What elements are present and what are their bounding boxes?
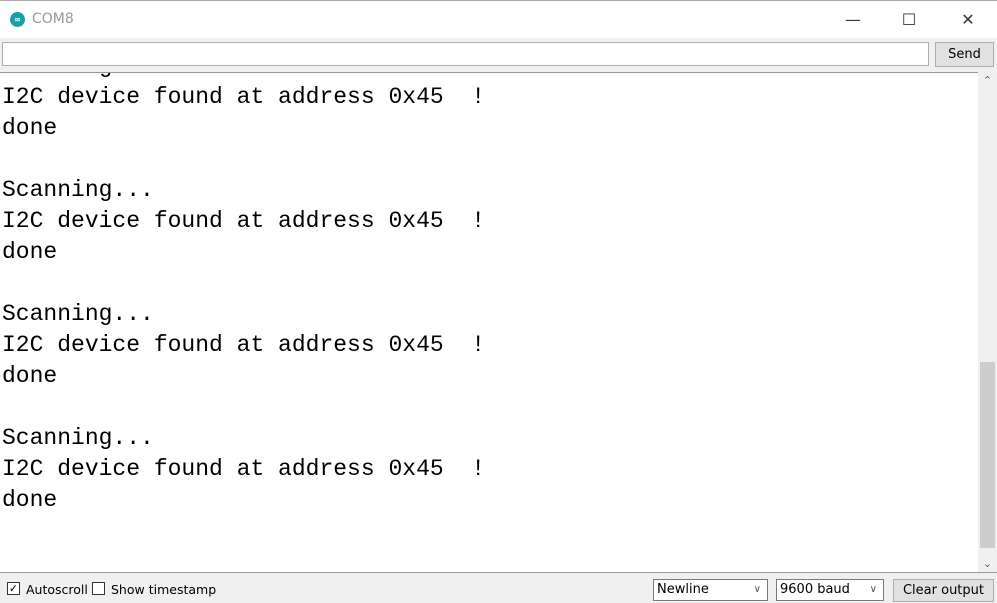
scroll-down-icon[interactable]: ⌄ — [978, 555, 997, 572]
timestamp-checkbox[interactable] — [92, 582, 105, 595]
output-line: done — [2, 487, 58, 513]
send-row: Send — [0, 38, 997, 72]
serial-input[interactable] — [2, 42, 929, 66]
arduino-logo-icon: ∞ — [10, 12, 25, 27]
output-line: Scanning... — [2, 73, 485, 82]
baud-select[interactable]: 9600 baud ∨ — [776, 579, 884, 601]
output-line: I2C device found at address 0x45 ! — [2, 456, 486, 482]
output-line: Scanning... — [2, 425, 154, 451]
maximize-icon[interactable]: ☐ — [886, 5, 932, 35]
output-line: I2C device found at address 0x45 ! — [2, 84, 486, 110]
output-line: Scanning... — [2, 177, 154, 203]
vertical-scrollbar[interactable]: ⌃ ⌄ — [978, 72, 997, 572]
output-line: done — [2, 363, 58, 389]
chevron-down-icon: ∨ — [753, 584, 761, 595]
send-button[interactable]: Send — [935, 42, 994, 67]
output-line: Scanning... — [2, 301, 154, 327]
line-ending-value: Newline — [657, 582, 709, 597]
window-title: COM8 — [32, 11, 74, 27]
output-line: done — [2, 239, 58, 265]
scroll-up-icon[interactable]: ⌃ — [978, 72, 997, 89]
serial-output[interactable]: Scanning... I2C device found at address 0… — [0, 72, 978, 573]
scroll-thumb[interactable] — [980, 362, 995, 548]
output-line: I2C device found at address 0x45 ! — [2, 208, 486, 234]
output-line: I2C device found at address 0x45 ! — [2, 332, 486, 358]
clear-output-button[interactable]: Clear output — [893, 579, 994, 602]
output-line: done — [2, 115, 58, 141]
output-lines: Scanning... I2C device found at address 0… — [2, 73, 486, 516]
autoscroll-label: Autoscroll — [26, 582, 88, 597]
baud-value: 9600 baud — [780, 582, 850, 597]
close-icon[interactable]: ✕ — [945, 5, 991, 35]
title-bar: ∞ COM8 — ☐ ✕ — [0, 0, 997, 38]
line-ending-select[interactable]: Newline ∨ — [653, 579, 768, 601]
minimize-icon[interactable]: — — [830, 5, 876, 35]
chevron-down-icon: ∨ — [869, 584, 877, 595]
autoscroll-checkbox[interactable]: ✓ — [7, 582, 20, 595]
timestamp-label: Show timestamp — [111, 582, 217, 597]
status-bar: ✓ Autoscroll Show timestamp Newline ∨ 96… — [0, 572, 997, 603]
